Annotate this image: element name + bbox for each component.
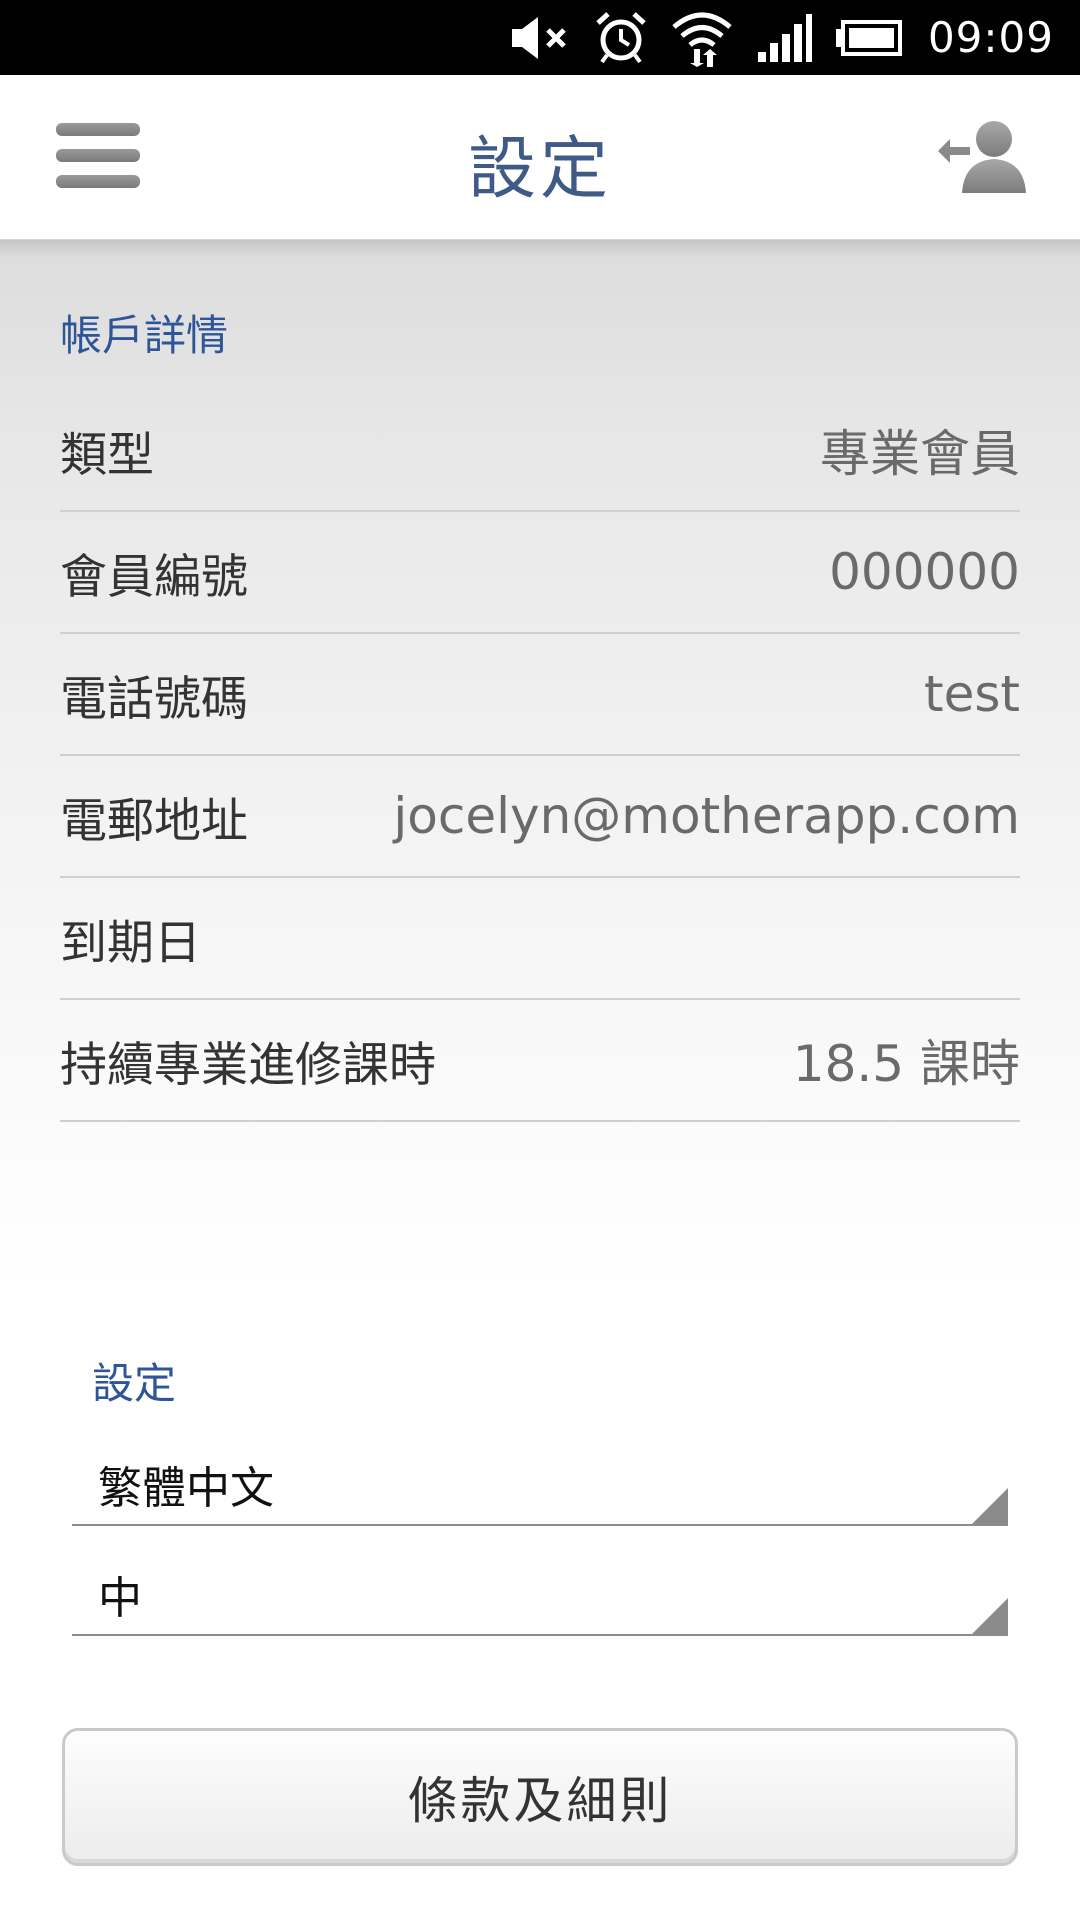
row-value: 專業會員: [820, 425, 1020, 483]
account-row-member-id: 會員編號 000000: [60, 512, 1020, 634]
row-label: 持續專業進修課時: [60, 1037, 436, 1093]
row-value: 18.5 課時: [792, 1035, 1020, 1093]
row-value: test: [923, 665, 1020, 723]
account-row-expiry: 到期日: [60, 878, 1020, 1000]
account-row-cpd-hours: 持續專業進修課時 18.5 課時: [60, 1000, 1020, 1122]
logout-user-icon[interactable]: [936, 117, 1028, 197]
status-time: 09:09: [927, 13, 1054, 62]
wifi-icon: [670, 0, 734, 75]
row-label: 類型: [60, 427, 154, 483]
font-size-select-value: 中: [98, 1573, 142, 1624]
row-value: 000000: [829, 543, 1020, 601]
alarm-icon: [594, 0, 648, 75]
page-title: 設定: [467, 130, 612, 209]
settings-content: 帳戶詳情 類型 專業會員 會員編號 000000 電話號碼 test 電郵地址 …: [0, 240, 1080, 1920]
account-details-list: 類型 專業會員 會員編號 000000 電話號碼 test 電郵地址 jocel…: [60, 390, 1020, 1122]
account-row-phone: 電話號碼 test: [60, 634, 1020, 756]
row-label: 會員編號: [60, 549, 248, 605]
dropdown-corner-icon: [972, 1488, 1008, 1524]
row-label: 電話號碼: [60, 671, 248, 727]
account-row-email: 電郵地址 jocelyn@motherapp.com: [60, 756, 1020, 878]
mute-icon: [510, 0, 572, 75]
account-section-title: 帳戶詳情: [60, 311, 229, 360]
language-select[interactable]: 繁體中文: [72, 1440, 1008, 1526]
battery-icon: [834, 0, 902, 75]
font-size-select[interactable]: 中: [72, 1550, 1008, 1636]
language-select-value: 繁體中文: [98, 1463, 274, 1514]
row-label: 到期日: [60, 915, 201, 971]
settings-section-title: 設定: [92, 1359, 177, 1408]
terms-and-conditions-button[interactable]: 條款及細則: [62, 1728, 1018, 1866]
row-label: 電郵地址: [60, 793, 248, 849]
row-value: jocelyn@motherapp.com: [393, 787, 1020, 845]
status-bar: 09:09: [0, 0, 1080, 75]
signal-icon: [756, 0, 812, 75]
account-row-type: 類型 專業會員: [60, 390, 1020, 512]
app-bar: 設定: [0, 75, 1080, 240]
dropdown-corner-icon: [972, 1598, 1008, 1634]
